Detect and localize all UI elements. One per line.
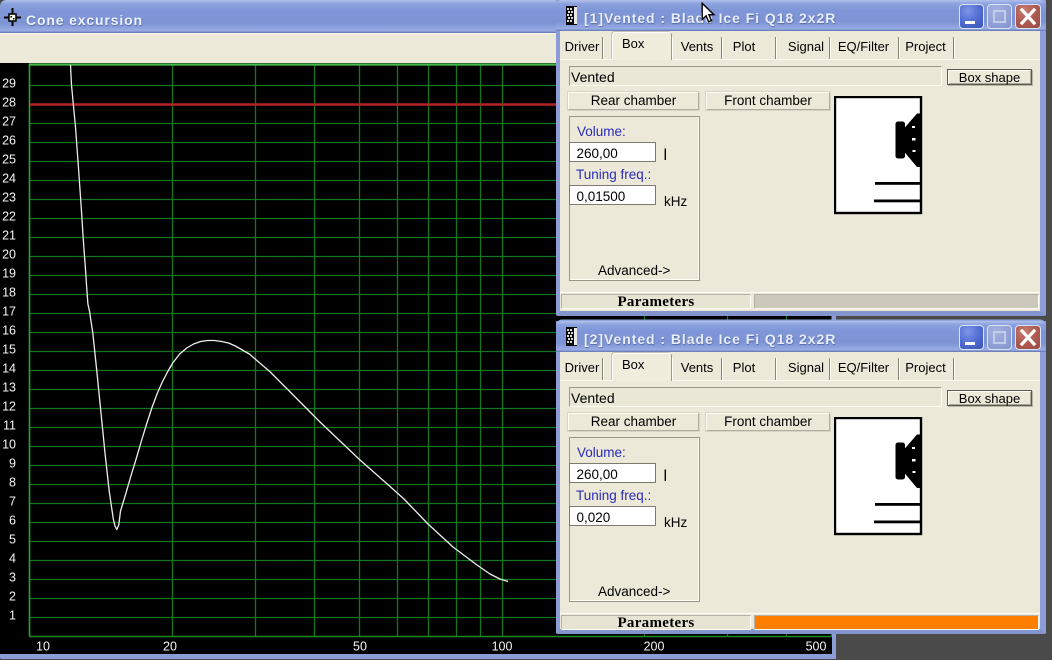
svg-text:9: 9 <box>9 457 16 471</box>
svg-text:1: 1 <box>9 609 16 623</box>
svg-text:24: 24 <box>2 172 16 186</box>
svg-text:6: 6 <box>9 514 16 528</box>
svg-text:8: 8 <box>9 476 16 490</box>
svg-text:50: 50 <box>353 640 367 654</box>
svg-text:15: 15 <box>2 343 16 357</box>
svg-text:17: 17 <box>2 305 16 319</box>
svg-text:25: 25 <box>2 153 16 167</box>
svg-text:10: 10 <box>36 640 50 654</box>
svg-text:200: 200 <box>644 640 665 654</box>
svg-text:7: 7 <box>9 495 16 509</box>
svg-text:13: 13 <box>2 381 16 395</box>
svg-text:10: 10 <box>2 438 16 452</box>
svg-text:100: 100 <box>492 640 513 654</box>
svg-text:5: 5 <box>9 533 16 547</box>
svg-text:23: 23 <box>2 191 16 205</box>
svg-text:2: 2 <box>9 590 16 604</box>
svg-text:27: 27 <box>2 115 16 129</box>
svg-text:20: 20 <box>163 640 177 654</box>
svg-text:21: 21 <box>2 229 16 243</box>
svg-text:26: 26 <box>2 134 16 148</box>
svg-text:18: 18 <box>2 286 16 300</box>
svg-text:12: 12 <box>2 400 16 414</box>
svg-text:4: 4 <box>9 552 16 566</box>
svg-text:28: 28 <box>2 96 16 110</box>
svg-text:3: 3 <box>9 571 16 585</box>
svg-text:16: 16 <box>2 324 16 338</box>
svg-text:11: 11 <box>3 419 16 433</box>
svg-text:20: 20 <box>2 248 16 262</box>
svg-text:19: 19 <box>2 267 16 281</box>
svg-text:22: 22 <box>2 210 16 224</box>
svg-text:500: 500 <box>806 640 827 654</box>
svg-text:29: 29 <box>2 77 16 91</box>
svg-text:14: 14 <box>2 362 16 376</box>
